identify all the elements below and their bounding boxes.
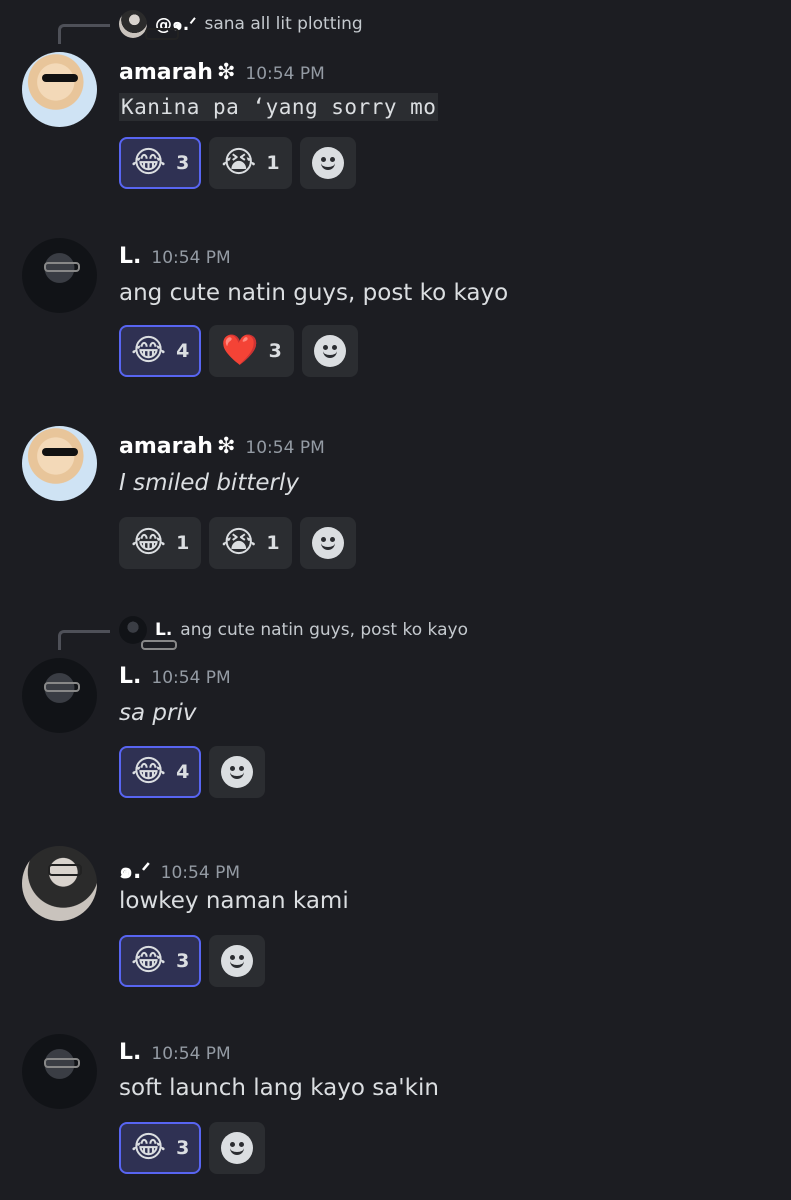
reaction-button[interactable]: 😂 4 [119,746,202,798]
reaction-button[interactable]: 😂 1 [119,517,202,569]
reaction-count: 3 [176,1137,190,1159]
avatar[interactable] [22,238,97,313]
add-reaction-smiley-icon [221,945,254,977]
avatar[interactable] [22,658,97,733]
reactions: 😂 4 ❤️ 3 [119,325,358,377]
message-text: lowkey naman kami [119,888,349,914]
reply-author: L. [155,620,173,640]
add-reaction-button[interactable] [301,325,358,377]
username[interactable]: ๑.ᐟ [119,853,151,888]
add-reaction-smiley-icon [221,1132,254,1164]
reactions: 😂 1 😭 1 [119,517,356,569]
joy-emoji-icon: 😂 [131,754,167,789]
username-decoration-icon: ❇ [216,60,236,85]
username[interactable]: amarah ❇ [119,60,235,85]
reactions: 😂 3 [119,1122,266,1174]
reply-connector [58,10,118,44]
reply-avatar [119,616,147,644]
reaction-button[interactable]: 😂 3 [119,137,202,189]
avatar[interactable] [22,426,97,501]
message-text: soft launch lang kayo sa'kin [119,1075,439,1101]
reactions: 😂 3 😭 1 [119,137,356,189]
avatar[interactable] [22,52,97,127]
reaction-count: 3 [176,152,190,174]
reply-connector [58,616,118,650]
joy-emoji-icon: 😂 [131,943,167,978]
reply-text: sana all lit plotting [204,14,363,34]
reaction-button[interactable]: 😂 4 [119,325,202,377]
add-reaction-smiley-icon [221,756,254,788]
reaction-button[interactable]: 😂 3 [119,935,202,987]
reply-text: ang cute natin guys, post ko kayo [180,620,468,640]
message-text: sa priv [119,700,197,726]
add-reaction-button[interactable] [299,517,356,569]
username[interactable]: L. [119,244,141,269]
add-reaction-button[interactable] [209,746,266,798]
username[interactable]: L. [119,664,141,689]
reaction-button[interactable]: 😭 1 [209,137,292,189]
timestamp: 10:54 PM [151,1044,231,1064]
timestamp: 10:54 PM [151,668,231,688]
avatar[interactable] [22,846,97,921]
joy-emoji-icon: 😂 [131,1130,167,1165]
sob-emoji-icon: 😭 [221,145,257,180]
add-reaction-smiley-icon [311,527,344,559]
reply-preview[interactable]: @๑.ᐟ sana all lit plotting [119,10,363,38]
reaction-count: 4 [176,340,190,362]
message-text: Kanina pa ‘yang sorry mo [119,93,439,121]
joy-emoji-icon: 😂 [131,145,167,180]
add-reaction-smiley-icon [313,335,346,367]
reply-preview[interactable]: L. ang cute natin guys, post ko kayo [119,616,468,644]
reaction-count: 3 [176,950,190,972]
reaction-button[interactable]: ❤️ 3 [209,325,294,377]
add-reaction-button[interactable] [209,1122,266,1174]
timestamp: 10:54 PM [245,438,325,458]
reaction-count: 4 [176,761,190,783]
joy-emoji-icon: 😂 [131,333,167,368]
add-reaction-smiley-icon [311,147,344,179]
add-reaction-button[interactable] [209,935,266,987]
username[interactable]: L. [119,1040,141,1065]
reaction-count: 1 [176,532,190,554]
reaction-count: 1 [266,532,280,554]
message-text: ang cute natin guys, post ko kayo [119,280,509,306]
reaction-count: 3 [268,340,282,362]
username-decoration-icon: ❇ [216,434,236,459]
joy-emoji-icon: 😂 [131,525,167,560]
reply-avatar [119,10,147,38]
reaction-button[interactable]: 😭 1 [209,517,292,569]
reactions: 😂 3 [119,935,266,987]
reaction-count: 1 [266,152,280,174]
sob-emoji-icon: 😭 [221,525,257,560]
avatar[interactable] [22,1034,97,1109]
timestamp: 10:54 PM [160,863,240,883]
timestamp: 10:54 PM [245,64,325,84]
username[interactable]: amarah ❇ [119,434,235,459]
add-reaction-button[interactable] [299,137,356,189]
timestamp: 10:54 PM [151,248,231,268]
reaction-button[interactable]: 😂 3 [119,1122,202,1174]
message-text: I smiled bitterly [119,470,299,496]
heart-emoji-icon: ❤️ [221,333,259,368]
reactions: 😂 4 [119,746,266,798]
